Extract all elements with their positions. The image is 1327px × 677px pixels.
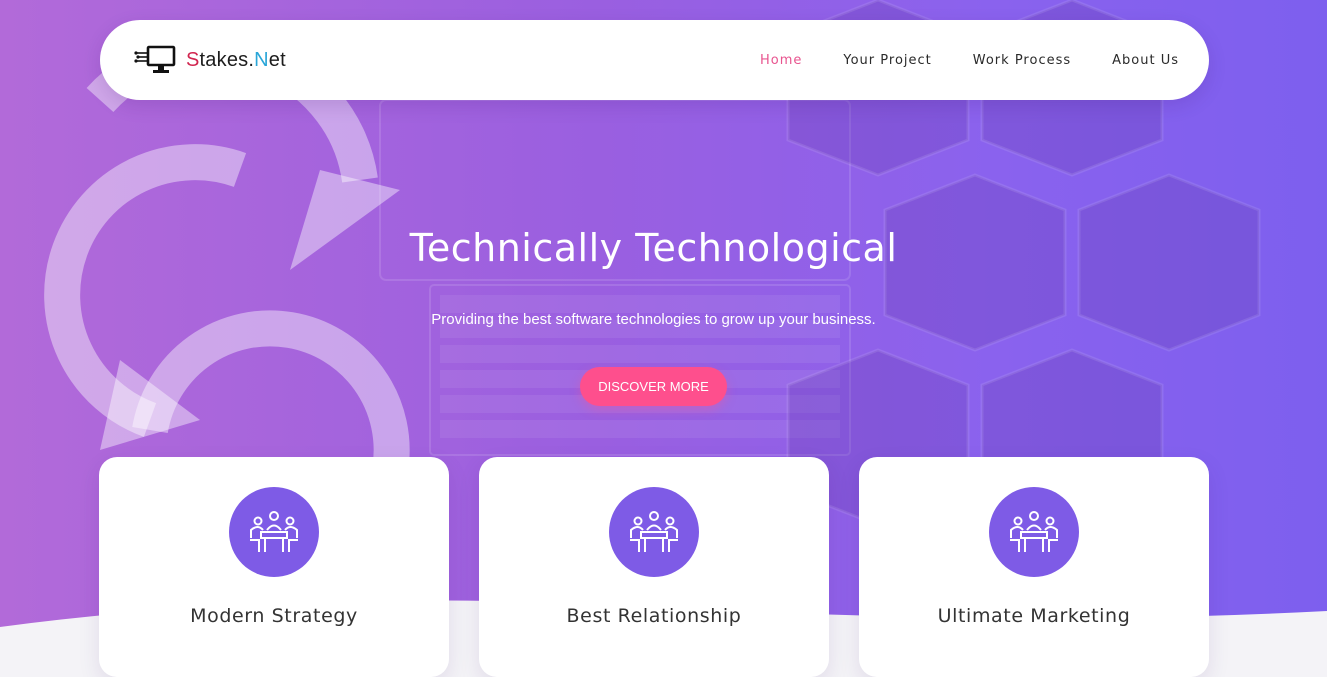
nav-item-home[interactable]: Home xyxy=(760,53,802,68)
feature-title: Ultimate Marketing xyxy=(937,605,1131,627)
hero-subtitle: Providing the best software technologies… xyxy=(431,311,876,328)
brand-logo[interactable]: Stakes.Net xyxy=(134,45,286,75)
nav-item-about-us[interactable]: About Us xyxy=(1112,53,1179,68)
nav-item-your-project[interactable]: Your Project xyxy=(843,53,931,68)
team-meeting-icon xyxy=(989,487,1079,577)
nav-item-work-process[interactable]: Work Process xyxy=(973,53,1071,68)
feature-card-modern-strategy[interactable]: Modern Strategy xyxy=(99,457,449,677)
main-nav: Home Your Project Work Process About Us xyxy=(760,53,1179,68)
feature-title: Best Relationship xyxy=(566,605,742,627)
feature-card-best-relationship[interactable]: Best Relationship xyxy=(479,457,829,677)
brand-name: Stakes.Net xyxy=(186,48,286,71)
team-meeting-icon xyxy=(609,487,699,577)
feature-title: Modern Strategy xyxy=(190,605,358,627)
hero-title: Technically Technological xyxy=(409,226,898,270)
feature-card-ultimate-marketing[interactable]: Ultimate Marketing xyxy=(859,457,1209,677)
team-meeting-icon xyxy=(229,487,319,577)
navbar: Stakes.Net Home Your Project Work Proces… xyxy=(100,20,1209,100)
discover-more-button[interactable]: DISCOVER MORE xyxy=(580,367,727,406)
monitor-logo-icon xyxy=(134,45,176,73)
